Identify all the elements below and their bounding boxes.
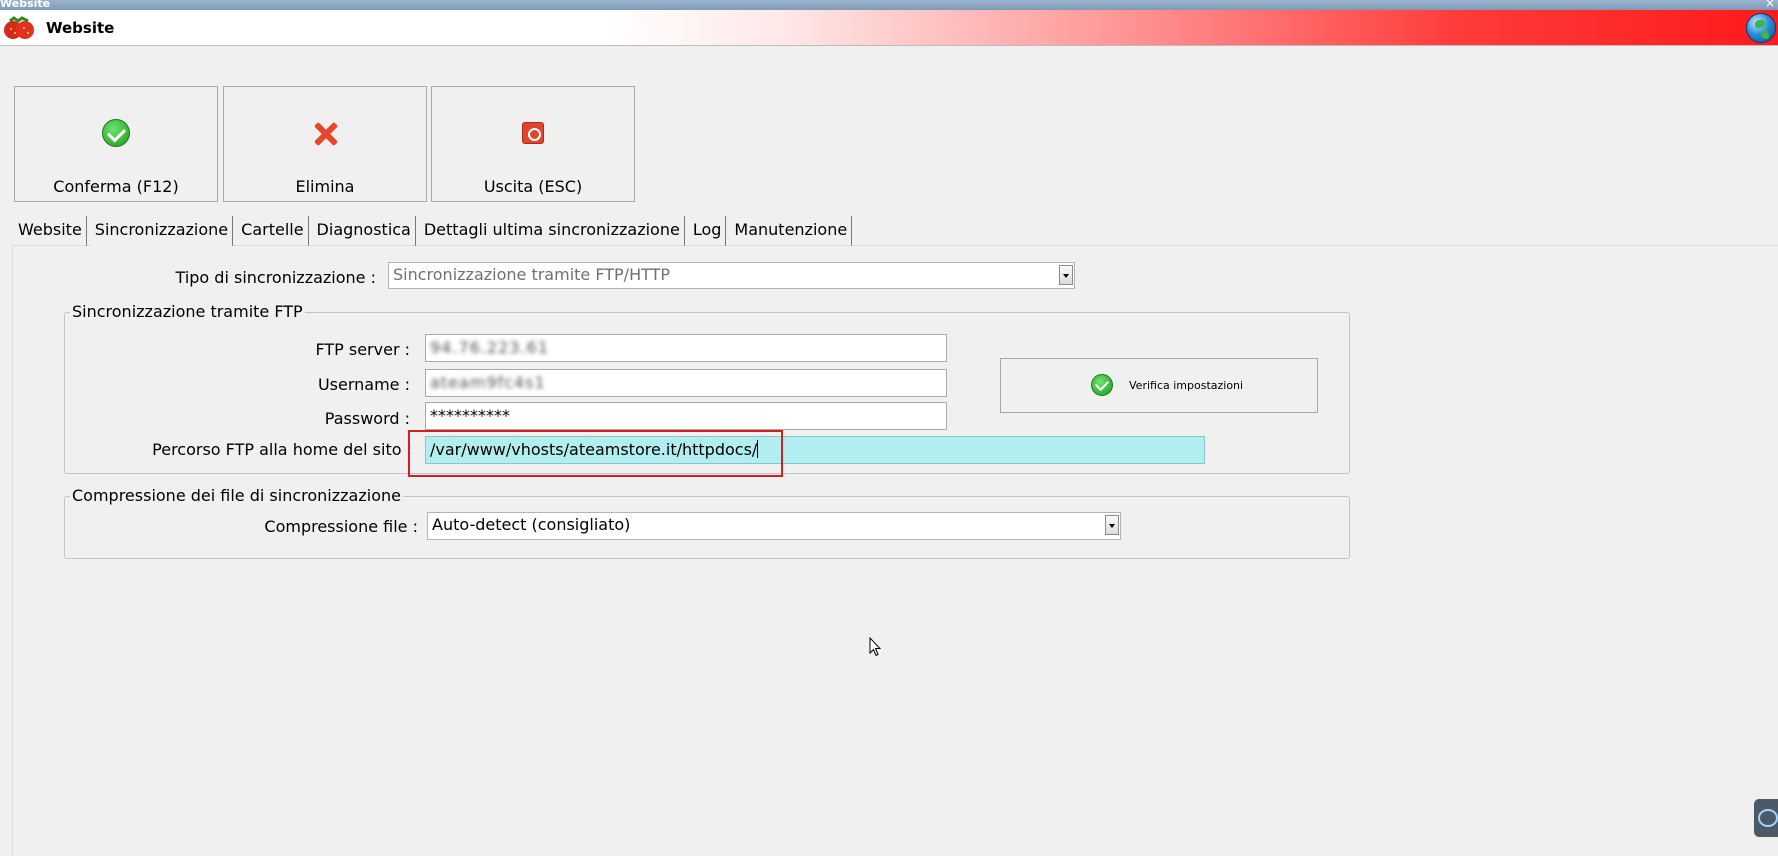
tab-dettagli-ultima-sincronizzazione[interactable]: Dettagli ultima sincronizzazione [420, 216, 685, 246]
mouse-cursor-icon [869, 637, 881, 657]
delete-button[interactable]: Elimina [223, 86, 427, 202]
tab-diagnostica[interactable]: Diagnostica [313, 216, 416, 246]
page-title: Website [46, 19, 115, 37]
ftp-group-title: Sincronizzazione tramite FTP [70, 302, 305, 321]
username-field[interactable]: ateam9fc4s1 [425, 369, 947, 397]
close-icon[interactable]: × [1765, 0, 1775, 10]
compression-file-select[interactable]: Auto-detect (consigliato) [427, 512, 1121, 540]
password-label: Password : [324, 409, 410, 428]
sync-type-select[interactable]: Sincronizzazione tramite FTP/HTTP [388, 262, 1075, 289]
ftp-server-label: FTP server : [315, 340, 410, 359]
compression-file-value: Auto-detect (consigliato) [432, 515, 631, 534]
verify-settings-button[interactable]: Verifica impostazioni [1000, 358, 1318, 413]
tab-manutenzione[interactable]: Manutenzione [730, 216, 853, 246]
exit-button-label: Uscita (ESC) [483, 177, 583, 196]
app-header: Website [0, 10, 1778, 46]
username-label: Username : [317, 375, 410, 394]
compression-file-label: Compressione file : [264, 517, 418, 536]
power-icon [522, 122, 544, 144]
ftp-server-field[interactable]: 94.76.223.61 [425, 334, 947, 362]
username-value: ateam9fc4s1 [430, 373, 546, 392]
annotation-highlight-box [408, 430, 783, 477]
remote-support-icon[interactable] [1754, 799, 1778, 837]
confirm-button-label: Conferma (F12) [53, 177, 179, 196]
ftp-server-value: 94.76.223.61 [430, 338, 549, 357]
check-circle-icon [1091, 374, 1113, 396]
chevron-down-icon[interactable] [1059, 265, 1073, 285]
tab-website[interactable]: Website [14, 216, 87, 246]
password-value: ********** [430, 406, 510, 425]
confirm-button[interactable]: Conferma (F12) [14, 86, 218, 202]
check-circle-icon [102, 119, 130, 147]
tab-sincronizzazione[interactable]: Sincronizzazione [90, 216, 234, 246]
delete-button-label: Elimina [295, 177, 355, 196]
tab-cartelle[interactable]: Cartelle [237, 216, 309, 246]
sync-type-label: Tipo di sincronizzazione : [175, 268, 376, 287]
sync-type-value: Sincronizzazione tramite FTP/HTTP [393, 265, 671, 284]
compression-group-title: Compressione dei file di sincronizzazion… [70, 486, 403, 505]
globe-icon [1746, 13, 1776, 43]
tab-log[interactable]: Log [689, 216, 727, 246]
chevron-down-icon[interactable] [1105, 515, 1119, 535]
verify-settings-label: Verifica impostazioni [1129, 379, 1244, 392]
tab-bar: Website Sincronizzazione Cartelle Diagno… [14, 216, 856, 246]
window-titlebar: Website × [0, 0, 1778, 10]
ftp-path-label: Percorso FTP alla home del sito : [152, 440, 412, 459]
exit-button[interactable]: Uscita (ESC) [431, 86, 635, 202]
red-x-icon [311, 119, 339, 147]
password-field[interactable]: ********** [425, 402, 947, 430]
strawberry-logo-icon [4, 16, 34, 39]
